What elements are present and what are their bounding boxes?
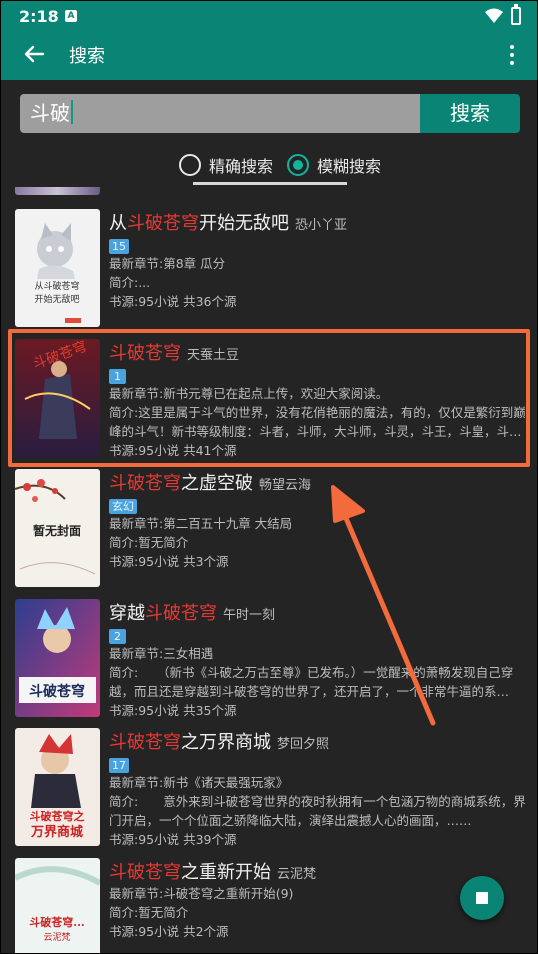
book-badge: 1 [109,369,126,384]
wifi-icon [485,8,503,23]
book-source: 书源:95小说 共2个源 [109,924,229,939]
book-intro: 简介:这里是属于斗气的世界，没有花俏艳丽的魔法，有的，仅仅是繁衍到巅峰的斗气！新… [109,405,526,439]
notification-icon: A [65,10,77,22]
page-title: 搜索 [69,46,105,67]
status-bar: 2:18 A [1,1,537,31]
radio-fuzzy-search[interactable]: 模糊搜索 [287,151,381,179]
book-badge: 2 [109,629,126,644]
book-badge: 15 [109,239,129,254]
cover-title: 万界商城 [30,824,83,840]
text-caret [71,100,73,124]
latest-chapter: 最新章节:三女相遇 [109,646,214,661]
book-source: 书源:95小说 共35个源 [109,703,237,718]
book-intro: 简介: （新书《斗破之万古至尊》已发布。）一觉醒来的萧畅发现自己穿越，而且还是穿… [109,665,514,699]
book-author: 午时一刻 [223,608,276,623]
book-intro: 简介:暂无简介 [109,535,189,550]
back-arrow-icon[interactable] [23,43,45,65]
more-options-icon[interactable] [504,44,520,66]
book-author: 梦回夕照 [277,737,330,752]
cover-title: 斗破苍穹之 [30,809,85,823]
search-button[interactable]: 搜索 [420,94,520,133]
radio-exact-search[interactable]: 精确搜索 [179,151,273,179]
book-title: 斗破苍穹之重新开始 云泥梵 [109,862,317,883]
book-title: 斗破苍穹之万界商城 梦回夕照 [109,732,330,753]
search-input[interactable]: 斗破 [20,94,420,133]
book-author: 恐小丫亚 [295,218,348,233]
stop-button[interactable] [460,876,504,920]
book-cover-partial [15,187,100,195]
book-intro: 简介:... [109,275,151,290]
latest-chapter: 最新章节:新书《诸天最强玩家》 [109,775,289,790]
search-query: 斗破 [30,101,70,125]
book-source: 书源:95小说 共41个源 [109,443,237,458]
battery-icon [511,4,521,25]
book-title: 穿越斗破苍穹 午时一刻 [109,603,276,624]
radio-unchecked-icon [179,154,201,176]
cover-title: 从斗破苍穹 [34,280,79,292]
book-cover: 斗破苍穹之 万界商城 [15,728,100,846]
book-title: 斗破苍穹之虚空破 畅望云海 [109,473,312,494]
book-title: 从斗破苍穹开始无敌吧 恐小丫亚 [109,213,348,234]
book-source: 书源:95小说 共36个源 [109,294,237,309]
latest-chapter: 最新章节:第二百五十九章 大结局 [109,516,293,531]
book-source: 书源:95小说 共39个源 [109,832,237,847]
cover-title: 斗破苍穹... [29,915,85,929]
radio-checked-icon [287,154,309,176]
search-results-list[interactable]: 从斗破苍穹 开始无敌吧 从斗破苍穹开始无敌吧 恐小丫亚 15 最新章节:第8章 瓜… [1,187,537,953]
book-badge: 17 [109,758,129,773]
cover-title: 暂无封面 [33,523,81,538]
cover-title: 开始无敌吧 [34,293,79,305]
cover-author: 云泥梵 [43,932,70,943]
app-screen: 2:18 A 搜索 斗破 搜索 精确搜索 模糊搜索 从斗破苍穹 开始无敌吧 从斗… [0,0,538,954]
status-time: 2:18 [19,7,59,26]
app-bar: 2:18 A 搜索 [1,1,537,80]
latest-chapter: 最新章节:新书元尊已在起点上传，欢迎大家阅读。 [109,386,389,401]
cover-title: 斗破苍穹 [29,683,85,700]
book-author: 云泥梵 [277,867,317,882]
latest-chapter: 最新章节:第8章 瓜分 [109,256,226,271]
book-title: 斗破苍穹 天蚕土豆 [109,343,240,364]
selected-indicator [193,182,347,185]
book-source: 书源:95小说 共3个源 [109,554,229,569]
book-cover: 斗破苍穹 [15,339,100,457]
book-badge: 玄幻 [109,499,137,514]
book-author: 畅望云海 [259,478,312,493]
radio-label: 模糊搜索 [317,157,382,176]
book-author: 天蚕土豆 [187,348,240,363]
book-cover: 暂无封面 [15,469,100,587]
radio-label: 精确搜索 [209,157,274,176]
search-mode-group: 精确搜索 模糊搜索 [1,151,537,181]
book-cover: 从斗破苍穹 开始无敌吧 [15,209,100,327]
book-intro: 简介: 意外来到斗破苍穹世界的夜时秋拥有一个包涵万物的商城系统，界门开启，一个个… [109,794,526,828]
book-cover: 斗破苍穹... 云泥梵 [15,858,100,953]
book-cover: 斗破苍穹 [15,599,100,717]
